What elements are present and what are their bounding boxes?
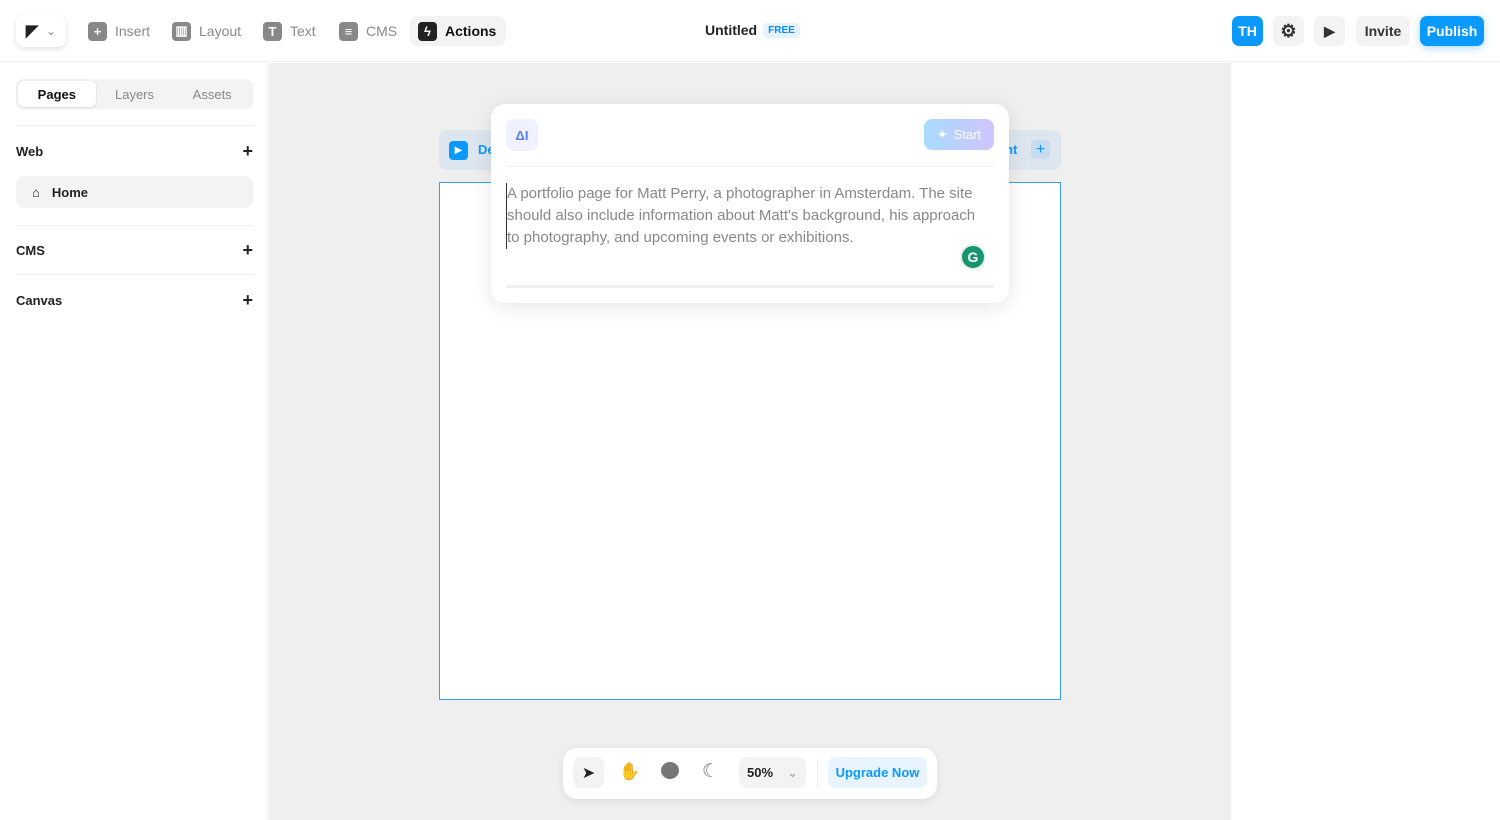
- project-title[interactable]: Untitled FREE: [705, 22, 800, 38]
- moon-icon[interactable]: ☾: [702, 760, 719, 783]
- framer-menu-button[interactable]: ◤ ⌄: [16, 15, 66, 47]
- divider: [16, 125, 253, 126]
- left-sidebar: Pages Layers Assets Web + ⌂ Home CMS + Canv…: [0, 63, 268, 820]
- progress-track: [506, 285, 994, 288]
- actions-button[interactable]: ϟ Actions: [410, 16, 507, 46]
- zoom-value: 50%: [747, 765, 774, 780]
- start-label: Start: [953, 127, 982, 142]
- publish-button[interactable]: Publish: [1420, 16, 1484, 46]
- top-toolbar: ◤ ⌄ + Insert ▥ Layout T Text ≡ CMS ϟ Actions U…: [0, 0, 1500, 62]
- chevron-down-icon: ⌄: [787, 764, 798, 780]
- cms-label: CMS: [366, 23, 398, 39]
- page-item-home[interactable]: ⌂ Home: [16, 176, 253, 208]
- plus-icon: +: [88, 21, 107, 41]
- add-canvas-plus-icon[interactable]: +: [242, 291, 253, 309]
- layout-button[interactable]: ▥ Layout: [164, 16, 249, 46]
- section-web: Web +: [16, 142, 253, 160]
- tab-pages[interactable]: Pages: [18, 81, 96, 107]
- chevron-down-icon: ⌄: [46, 24, 57, 38]
- start-button[interactable]: ✦ Start: [924, 119, 994, 150]
- home-icon: ⌂: [32, 184, 40, 200]
- text-icon: T: [263, 21, 282, 41]
- plan-badge: FREE: [763, 22, 800, 38]
- bottom-toolbar: ➤ ✋ ☾ 50% ⌄ Upgrade Now: [563, 748, 937, 799]
- section-canvas: Canvas +: [16, 291, 253, 309]
- settings-gear-icon[interactable]: ⚙: [1273, 16, 1304, 46]
- hand-icon[interactable]: ✋: [619, 762, 640, 782]
- insert-button[interactable]: + Insert: [80, 16, 158, 46]
- text-label: Text: [290, 23, 316, 39]
- layout-label: Layout: [199, 23, 242, 39]
- ai-icon: ΔI: [506, 119, 538, 151]
- zoom-select[interactable]: 50% ⌄: [739, 757, 806, 788]
- framer-logo-icon: ◤: [25, 23, 39, 40]
- add-breakpoint-plus-icon[interactable]: +: [1031, 140, 1050, 159]
- sidebar-tabs: Pages Layers Assets: [16, 79, 253, 109]
- bolt-icon: ϟ: [418, 21, 437, 41]
- tab-assets[interactable]: Assets: [173, 81, 251, 107]
- text-button[interactable]: T Text: [255, 16, 324, 46]
- invite-button[interactable]: Invite: [1356, 16, 1410, 46]
- avatar[interactable]: TH: [1232, 16, 1263, 46]
- section-cms: CMS +: [16, 241, 253, 259]
- database-icon: ≡: [339, 21, 358, 41]
- divider: [506, 166, 994, 167]
- add-cms-plus-icon[interactable]: +: [242, 241, 253, 259]
- grammarly-icon[interactable]: G: [960, 244, 986, 270]
- prompt-input[interactable]: A portfolio page for Matt Perry, a photo…: [506, 183, 976, 249]
- divider: [16, 274, 253, 275]
- canvas[interactable]: ▶ De nt + ΔI ✦ Start A portfolio page for…: [269, 63, 1231, 820]
- sparkle-icon: ✦: [936, 126, 948, 142]
- divider: [16, 225, 253, 226]
- section-label: CMS: [16, 243, 45, 258]
- actions-label: Actions: [445, 23, 497, 39]
- title-text: Untitled: [705, 22, 758, 38]
- page-label: Home: [51, 184, 88, 200]
- section-label: Canvas: [16, 293, 63, 308]
- insert-label: Insert: [115, 23, 151, 39]
- preview-play-icon[interactable]: ▶: [1314, 16, 1345, 46]
- divider: [817, 759, 818, 788]
- select-cursor-icon[interactable]: ➤: [573, 757, 604, 788]
- upgrade-now-button[interactable]: Upgrade Now: [828, 757, 927, 788]
- layout-icon: ▥: [172, 21, 191, 41]
- section-label: Web: [16, 144, 44, 159]
- ai-prompt-popup: ΔI ✦ Start A portfolio page for Matt Perr…: [491, 104, 1009, 303]
- cms-button[interactable]: ≡ CMS: [331, 16, 405, 46]
- tab-layers[interactable]: Layers: [96, 81, 174, 107]
- add-page-plus-icon[interactable]: +: [242, 142, 253, 160]
- play-icon[interactable]: ▶: [449, 141, 468, 160]
- comment-icon[interactable]: [661, 762, 679, 779]
